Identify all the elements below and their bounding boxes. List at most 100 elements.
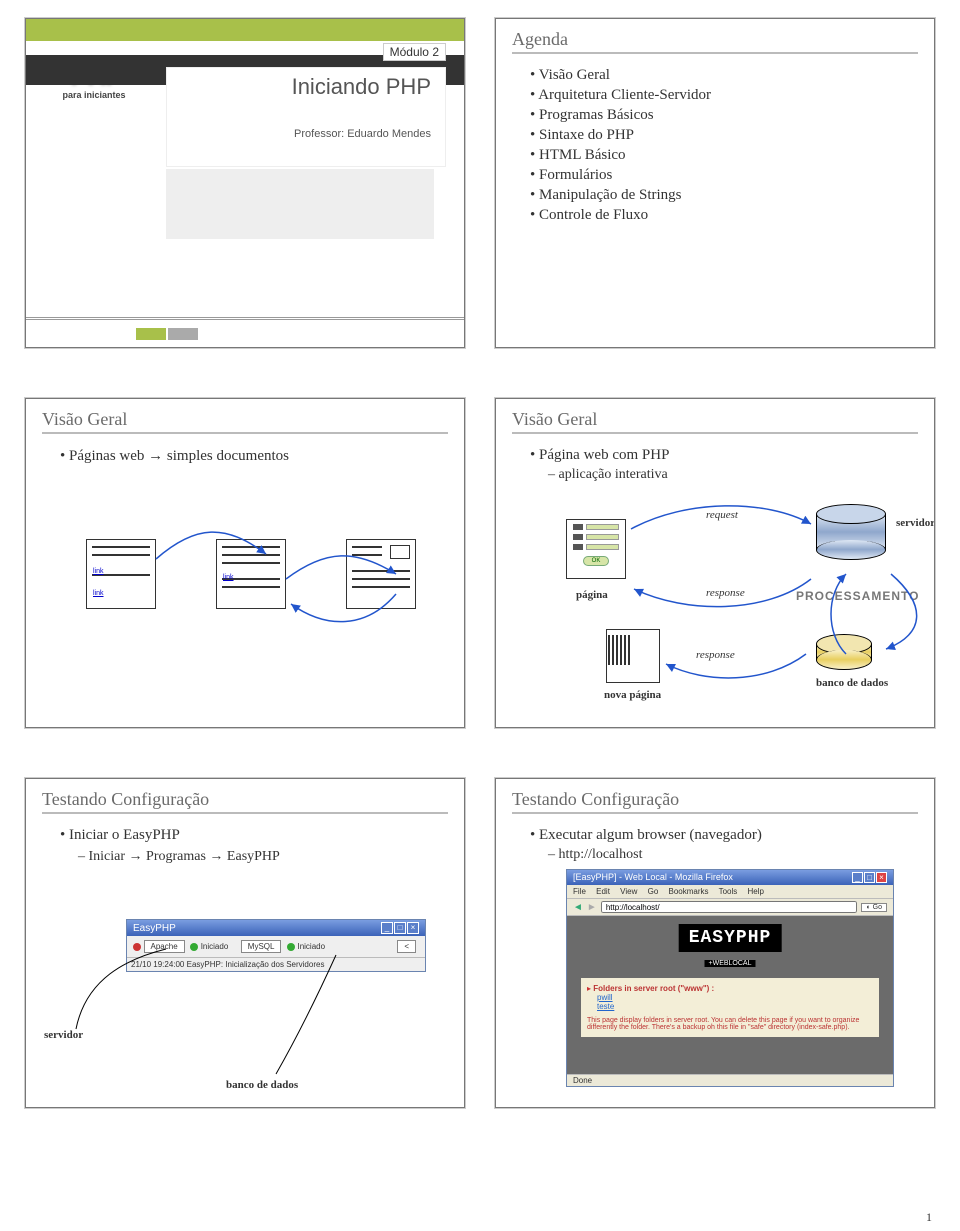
document-icon xyxy=(346,539,416,609)
bullet-pre: Páginas web xyxy=(69,448,148,464)
panel-header: Folders in server root ("www") : xyxy=(593,984,714,993)
menu-item[interactable]: View xyxy=(620,887,637,896)
menu-item[interactable]: Edit xyxy=(596,887,610,896)
link-label: link xyxy=(223,574,234,581)
logo-subtitle: para iniciantes xyxy=(62,90,125,100)
slide-visao-geral-2: Visão Geral Página web com PHP aplicação… xyxy=(495,398,935,728)
easyphp-logo: EASYPHP xyxy=(679,924,782,952)
apache-button[interactable]: Apache xyxy=(144,940,185,953)
window-title: EasyPHP xyxy=(133,923,176,934)
window-buttons[interactable]: _ □ × xyxy=(852,872,887,883)
window-titlebar: EasyPHP _□× xyxy=(127,920,425,936)
expand-button[interactable]: < xyxy=(397,940,416,953)
menu-item[interactable]: Bookmarks xyxy=(669,887,709,896)
form-page-icon: OK xyxy=(566,519,626,579)
document-icon: link xyxy=(216,539,286,609)
panel-note: This page display folders in server root… xyxy=(587,1017,873,1031)
browser-body: EASYPHP +WEBLOCAL ▸ Folders in server ro… xyxy=(567,916,893,1080)
browser-window: [EasyPHP] - Web Local - Mozilla Firefox … xyxy=(566,869,894,1087)
go-button[interactable]: ◐ Go xyxy=(861,903,887,912)
agenda-item: Arquitetura Cliente-Servidor xyxy=(530,87,912,104)
bullet-text: Página web com PHP xyxy=(530,447,912,464)
back-icon[interactable]: ◄ xyxy=(573,902,583,913)
slide-title-text: Iniciando PHP xyxy=(181,74,431,100)
agenda-body: Visão Geral Arquitetura Cliente-Servidor… xyxy=(496,58,934,224)
menu-item[interactable]: Tools xyxy=(719,887,738,896)
label-pagina: página xyxy=(576,589,608,601)
arrow-icon: → xyxy=(129,847,143,863)
label-banco: banco de dados xyxy=(816,677,888,689)
document-icon: link link xyxy=(86,539,156,609)
agenda-item: Controle de Fluxo xyxy=(530,207,912,224)
mysql-button[interactable]: MySQL xyxy=(241,940,282,953)
folders-panel: ▸ Folders in server root ("www") : pwill… xyxy=(581,978,879,1037)
apache-state: Iniciado xyxy=(201,942,229,951)
mysql-state: Iniciado xyxy=(297,942,325,951)
folder-link[interactable]: pwill xyxy=(597,993,873,1002)
url-input[interactable] xyxy=(601,901,858,913)
slide-testando-1: Testando Configuração Iniciar o EasyPHP … xyxy=(25,778,465,1108)
accent-bar xyxy=(26,19,464,41)
label-response: response xyxy=(706,587,745,599)
grey-block xyxy=(166,169,434,239)
agenda-item: Manipulação de Strings xyxy=(530,187,912,204)
database-icon xyxy=(816,634,872,670)
footer-green-block xyxy=(136,328,166,340)
page-number: 1 xyxy=(926,1210,932,1225)
slide-title: PHP para iniciantes Módulo 2 Iniciando P… xyxy=(25,18,465,348)
bullet-text: Iniciar o EasyPHP xyxy=(60,827,442,844)
link-label: link xyxy=(93,568,104,575)
window-buttons[interactable]: _□× xyxy=(380,922,419,934)
label-servidor: servidor xyxy=(896,517,935,529)
status-bar: Done xyxy=(567,1074,893,1086)
sub-bullet-text: aplicação interativa xyxy=(548,467,912,483)
arrow-icon: → xyxy=(148,447,163,464)
browser-menu[interactable]: File Edit View Go Bookmarks Tools Help xyxy=(567,885,893,899)
agenda-item: HTML Básico xyxy=(530,147,912,164)
address-bar: ◄ ► ◐ Go xyxy=(567,899,893,916)
status-line: 21/10 19:24:00 EasyPHP: Inicialização do… xyxy=(127,957,425,971)
module-tag: Módulo 2 xyxy=(383,43,446,61)
ok-button-icon: OK xyxy=(583,556,609,566)
menu-item[interactable]: Go xyxy=(648,887,659,896)
link-label: link xyxy=(93,590,104,597)
slide-heading: Agenda xyxy=(512,29,918,54)
easyphp-window: EasyPHP _□× Apache Iniciado MySQL Inicia… xyxy=(126,919,426,972)
browser-title: [EasyPHP] - Web Local - Mozilla Firefox xyxy=(573,872,733,883)
bullet-text: Páginas web → simples documentos xyxy=(60,447,442,465)
bullet-post: simples documentos xyxy=(163,448,289,464)
slide-agenda: Agenda Visão Geral Arquitetura Cliente-S… xyxy=(495,18,935,348)
agenda-item: Programas Básicos xyxy=(530,107,912,124)
slide-heading: Testando Configuração xyxy=(512,789,918,814)
server-icon xyxy=(816,504,886,560)
agenda-item: Visão Geral xyxy=(530,67,912,84)
label-response: response xyxy=(696,649,735,661)
weblocal-tag: +WEBLOCAL xyxy=(705,960,756,967)
label-processamento: PROCESSAMENTO xyxy=(796,589,919,603)
window-content: Apache Iniciado MySQL Iniciado < xyxy=(127,936,425,957)
label-servidor: servidor xyxy=(44,1029,83,1041)
slide-visao-geral-1: Visão Geral Páginas web → simples docume… xyxy=(25,398,465,728)
menu-item[interactable]: File xyxy=(573,887,586,896)
agenda-item: Formulários xyxy=(530,167,912,184)
footer-gray-block xyxy=(168,328,198,340)
slide1-footer xyxy=(26,317,464,347)
sub-bullet-text: http://localhost xyxy=(548,847,912,863)
arrow-icon: → xyxy=(209,847,223,863)
bullet-text: Executar algum browser (navegador) xyxy=(530,827,912,844)
forward-icon[interactable]: ► xyxy=(587,902,597,913)
slide-heading: Testando Configuração xyxy=(42,789,448,814)
agenda-item: Sintaxe do PHP xyxy=(530,127,912,144)
slide-testando-2: Testando Configuração Executar algum bro… xyxy=(495,778,935,1108)
slide-heading: Visão Geral xyxy=(512,409,918,434)
browser-titlebar: [EasyPHP] - Web Local - Mozilla Firefox … xyxy=(567,870,893,885)
sub-bullet-text: Iniciar → Programas → EasyPHP xyxy=(78,847,442,865)
menu-item[interactable]: Help xyxy=(748,887,764,896)
slide-heading: Visão Geral xyxy=(42,409,448,434)
new-page-icon xyxy=(606,629,660,683)
done-label: Done xyxy=(573,1076,592,1085)
label-request: request xyxy=(706,509,738,521)
title-box: Iniciando PHP Professor: Eduardo Mendes xyxy=(166,67,446,167)
label-nova-pagina: nova página xyxy=(604,689,661,701)
folder-link[interactable]: teste xyxy=(597,1002,873,1011)
